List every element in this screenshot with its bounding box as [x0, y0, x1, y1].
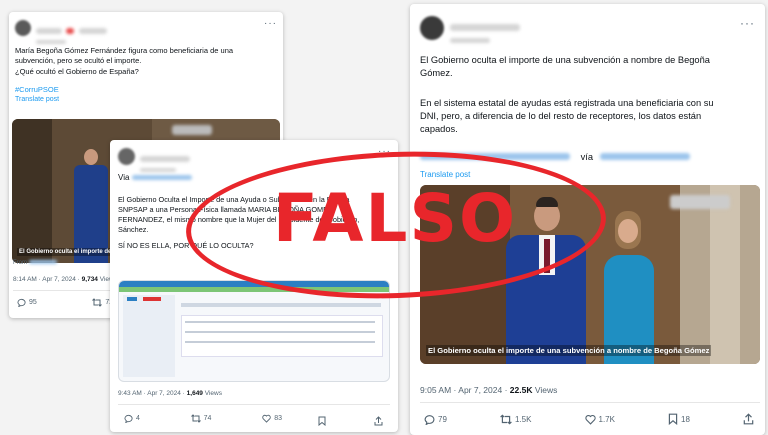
tweet-timestamp[interactable]: 9:43 AM · Apr 7, 2024 · 1,649 Views	[118, 390, 222, 397]
from-source: From	[13, 260, 57, 266]
reply-icon	[124, 414, 133, 423]
bookmark-button[interactable]: 18	[668, 413, 690, 425]
hashtag-link[interactable]: #CorruPSOE	[15, 85, 277, 95]
author-avatar[interactable]	[15, 20, 31, 36]
tweet-text: María Begoña Gómez Fernández figura como…	[15, 46, 277, 105]
action-bar: 4 74 83	[124, 414, 282, 423]
repost-icon	[190, 414, 201, 423]
tweet-text-paragraph-2: En el sistema estatal de ayudas está reg…	[420, 98, 714, 134]
translate-post-link[interactable]: Translate post	[15, 95, 277, 105]
more-options-icon[interactable]: ···	[740, 16, 755, 30]
reply-icon	[424, 414, 435, 425]
repost-button[interactable]: 1.5K	[500, 413, 531, 425]
photo-caption: El Gobierno oculta el importe de	[17, 248, 114, 256]
watermark-redacted	[670, 195, 730, 209]
bookmark-button[interactable]	[318, 413, 326, 431]
reply-button[interactable]: 4	[124, 414, 140, 423]
person-figure-woman	[598, 211, 660, 364]
heart-icon	[262, 414, 271, 423]
tweet-text-paragraph-1: El Gobierno oculta el importe de una sub…	[420, 55, 710, 78]
watermark-redacted	[172, 125, 212, 135]
share-button[interactable]	[374, 413, 383, 431]
tweet-timestamp[interactable]: 8:14 AM · Apr 7, 2024 · 9,734 Views	[13, 276, 117, 283]
tweet-timestamp[interactable]: 9:05 AM · Apr 7, 2024 · 22.5K Views	[420, 385, 557, 395]
author-handle-redacted	[450, 30, 490, 48]
like-button[interactable]: 83	[262, 414, 282, 423]
bookmark-icon	[668, 413, 678, 425]
repost-icon	[92, 298, 103, 307]
like-button[interactable]: 1.7K	[584, 413, 615, 425]
stamp-label: FALSO	[272, 180, 518, 257]
reply-button[interactable]: 79	[424, 413, 447, 425]
share-icon	[743, 413, 754, 425]
reply-icon	[17, 298, 26, 307]
person-figure	[74, 149, 108, 263]
photo-caption: El Gobierno oculta el importe de una sub…	[426, 345, 712, 356]
tweet-via-line: Via	[118, 172, 192, 183]
reply-button[interactable]: 95	[17, 298, 37, 307]
more-options-icon[interactable]: ···	[264, 18, 277, 29]
action-bar: 79 1.5K 1.7K 18	[424, 413, 754, 425]
action-bar: 95 724	[17, 298, 117, 307]
heart-icon	[584, 414, 596, 425]
falso-stamp: FALSO	[183, 144, 609, 306]
repost-icon	[500, 413, 512, 425]
share-button[interactable]	[743, 413, 754, 425]
bookmark-icon	[318, 416, 326, 427]
repost-button[interactable]: 74	[190, 414, 211, 423]
share-icon	[374, 416, 383, 426]
author-avatar[interactable]	[420, 16, 444, 40]
author-avatar[interactable]	[118, 148, 135, 165]
